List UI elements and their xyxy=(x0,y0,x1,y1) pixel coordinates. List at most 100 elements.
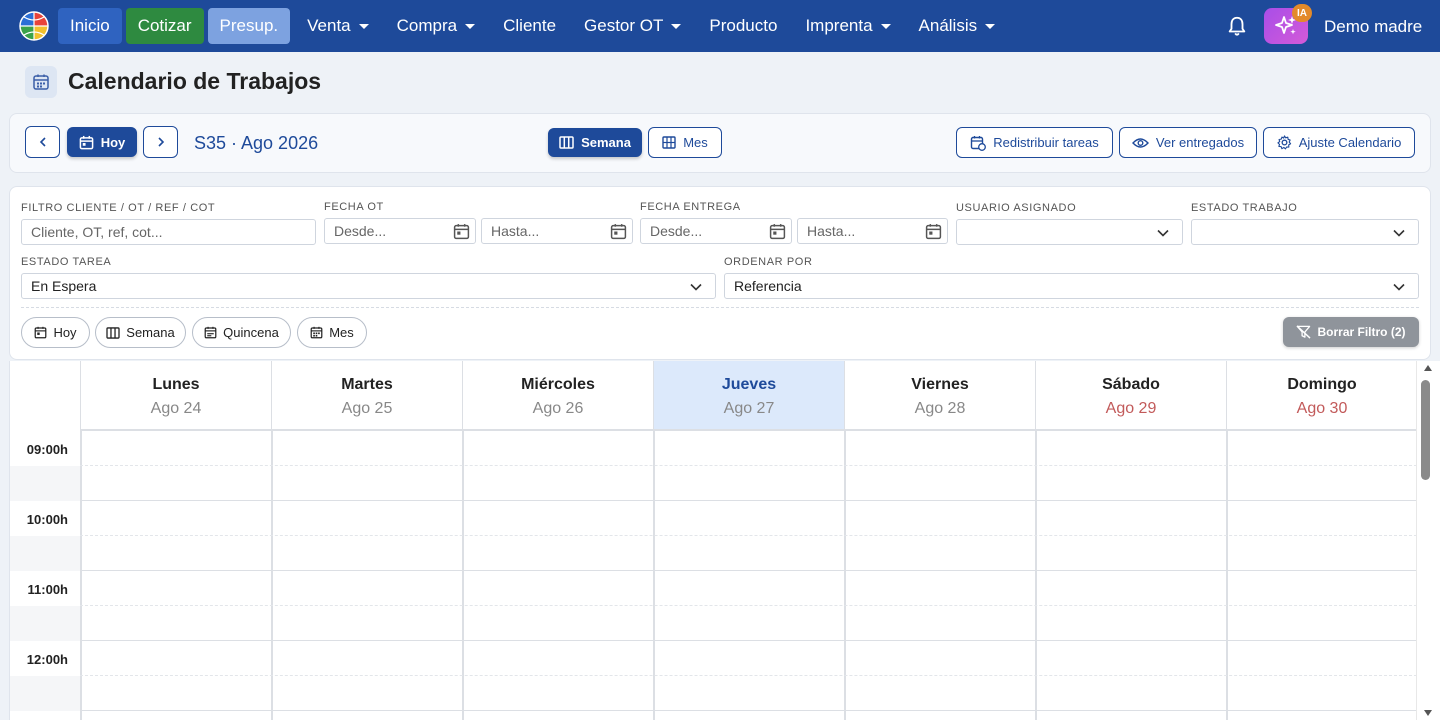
day-column[interactable] xyxy=(80,430,271,720)
sort-by-select[interactable]: Referencia xyxy=(724,273,1419,299)
day-name: Sábado xyxy=(1102,376,1160,393)
ai-badge: IA xyxy=(1292,4,1312,22)
filter-divider xyxy=(21,307,1419,308)
assigned-user-select[interactable] xyxy=(956,219,1183,245)
nav-analisis[interactable]: Análisis xyxy=(906,8,1009,44)
scroll-down-icon[interactable] xyxy=(1424,710,1432,716)
day-header[interactable]: Martes Ago 25 xyxy=(271,361,462,430)
caret-down-icon xyxy=(985,23,996,29)
day-header[interactable]: Lunes Ago 24 xyxy=(80,361,271,430)
day-column[interactable] xyxy=(462,430,653,720)
nav-producto[interactable]: Producto xyxy=(696,8,790,44)
scrollbar-thumb[interactable] xyxy=(1421,380,1430,480)
nav-venta[interactable]: Venta xyxy=(294,8,382,44)
nav-cotizar-label: Cotizar xyxy=(137,16,192,35)
chevron-down-icon xyxy=(1393,229,1405,237)
hour-gridline xyxy=(80,570,1416,571)
clear-filters-button[interactable]: Borrar Filtro (2) xyxy=(1283,317,1419,347)
week-view-button[interactable]: Semana xyxy=(548,128,642,157)
calendar-sync-icon xyxy=(971,135,987,151)
nav-imprenta[interactable]: Imprenta xyxy=(792,8,903,44)
delivery-date-to-input[interactable]: Hasta... xyxy=(797,218,948,244)
day-header[interactable]: Domingo Ago 30 xyxy=(1226,361,1416,430)
prev-week-button[interactable] xyxy=(25,126,60,158)
week-view-label: Semana xyxy=(581,135,631,150)
client-filter-input[interactable]: Cliente, OT, ref, cot... xyxy=(21,219,316,245)
calendar-icon xyxy=(79,135,94,149)
calendar-icon[interactable] xyxy=(769,223,786,240)
nav-compra-label: Compra xyxy=(396,16,458,35)
quick-filter-today-label: Hoy xyxy=(53,325,77,340)
day-date: Ago 26 xyxy=(532,400,584,417)
nav-presup[interactable]: Presup. xyxy=(207,8,291,44)
caret-down-icon xyxy=(358,23,369,29)
redistribute-tasks-button[interactable]: Redistribuir tareas xyxy=(956,127,1113,158)
caret-down-icon xyxy=(465,23,476,29)
nav-gestor-ot-label: Gestor OT xyxy=(584,16,664,35)
half-hour-slot xyxy=(10,536,80,571)
hour-gridline xyxy=(80,500,1416,501)
main-menu: Inicio Cotizar Presup. Venta Compra Clie… xyxy=(58,8,1010,44)
quick-filter-fortnight[interactable]: Quincena xyxy=(192,317,291,348)
time-slot: 09:00h xyxy=(10,431,80,501)
calendar-scrollbar[interactable] xyxy=(1416,361,1440,720)
half-hour-slot xyxy=(10,676,80,711)
sort-by-value: Referencia xyxy=(734,278,802,294)
day-column[interactable] xyxy=(1035,430,1226,720)
day-column[interactable] xyxy=(271,430,462,720)
scroll-up-icon[interactable] xyxy=(1424,365,1432,371)
assigned-user-label: USUARIO ASIGNADO xyxy=(956,202,1077,214)
today-button[interactable]: Hoy xyxy=(67,127,137,157)
half-hour-gridline xyxy=(80,675,1416,676)
half-hour-slot xyxy=(10,606,80,641)
day-header[interactable]: Sábado Ago 29 xyxy=(1035,361,1226,430)
delivery-date-from-input[interactable]: Desde... xyxy=(640,218,792,244)
calendar-icon[interactable] xyxy=(925,223,942,240)
time-column: 09:00h 10:00h 11:00h 12:00h xyxy=(10,431,80,711)
half-hour-gridline xyxy=(80,605,1416,606)
calendar-settings-button[interactable]: Ajuste Calendario xyxy=(1263,127,1415,158)
day-column[interactable] xyxy=(844,430,1035,720)
bell-icon[interactable] xyxy=(1226,15,1248,37)
app-logo-icon[interactable] xyxy=(19,11,49,41)
ot-date-from-input[interactable]: Desde... xyxy=(324,218,476,244)
month-view-label: Mes xyxy=(683,135,708,150)
task-status-value: En Espera xyxy=(31,278,97,294)
calendar-icon[interactable] xyxy=(610,223,627,240)
ot-date-to-input[interactable]: Hasta... xyxy=(481,218,633,244)
quick-filter-week[interactable]: Semana xyxy=(95,317,186,348)
half-hour-gridline xyxy=(80,535,1416,536)
chevron-left-icon xyxy=(39,137,46,147)
nav-gestor-ot[interactable]: Gestor OT xyxy=(571,8,694,44)
day-header[interactable]: Viernes Ago 28 xyxy=(844,361,1035,430)
nav-inicio-label: Inicio xyxy=(70,16,110,35)
quick-filter-today[interactable]: Hoy xyxy=(21,317,90,348)
day-date: Ago 28 xyxy=(914,400,966,417)
day-column[interactable] xyxy=(1226,430,1416,720)
day-column[interactable] xyxy=(653,430,844,720)
nav-compra[interactable]: Compra xyxy=(384,8,488,44)
day-header[interactable]: Miércoles Ago 26 xyxy=(462,361,653,430)
day-header[interactable]: Jueves Ago 27 xyxy=(653,361,844,430)
day-date: Ago 25 xyxy=(341,400,393,417)
quick-filter-month[interactable]: Mes xyxy=(297,317,367,348)
quick-filter-week-label: Semana xyxy=(126,325,175,340)
nav-cotizar[interactable]: Cotizar xyxy=(125,8,204,44)
half-hour-slot xyxy=(10,466,80,501)
calendar-icon[interactable] xyxy=(453,223,470,240)
clear-filters-label: Borrar Filtro (2) xyxy=(1317,325,1406,339)
task-status-select[interactable]: En Espera xyxy=(21,273,716,299)
delivery-date-from-placeholder: Desde... xyxy=(650,223,703,239)
nav-cliente[interactable]: Cliente xyxy=(490,8,569,44)
job-status-label: ESTADO TRABAJO xyxy=(1191,202,1298,214)
month-view-button[interactable]: Mes xyxy=(648,127,722,158)
next-week-button[interactable] xyxy=(143,126,178,158)
caret-down-icon xyxy=(671,23,682,29)
user-menu[interactable]: Demo madre xyxy=(1324,17,1422,37)
calendar-icon xyxy=(33,74,49,90)
view-delivered-button[interactable]: Ver entregados xyxy=(1119,127,1257,158)
job-status-select[interactable] xyxy=(1191,219,1419,245)
nav-inicio[interactable]: Inicio xyxy=(58,8,122,44)
page-title: Calendario de Trabajos xyxy=(68,68,322,94)
redistribute-label: Redistribuir tareas xyxy=(993,135,1099,150)
